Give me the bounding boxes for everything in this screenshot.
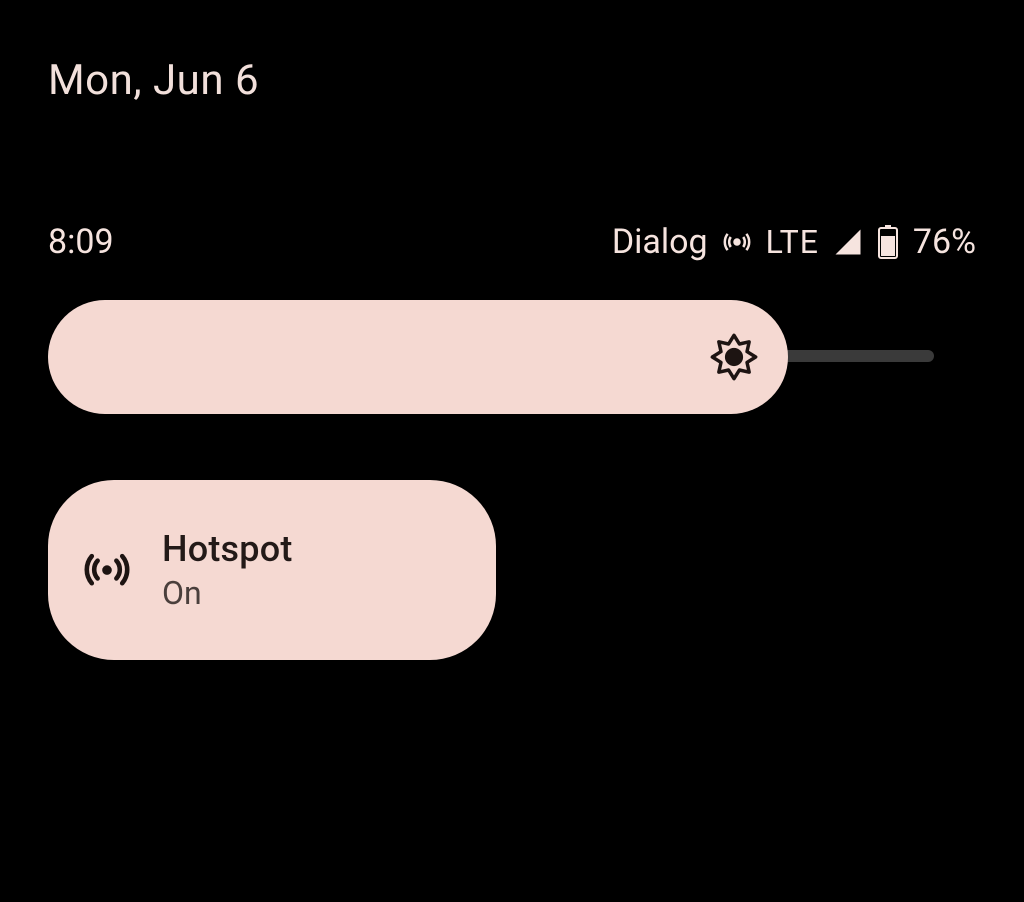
brightness-slider[interactable] (48, 300, 788, 414)
hotspot-tile-labels: Hotspot On (162, 528, 293, 612)
clock-label: 8:09 (48, 222, 114, 262)
statusbar-right: Dialog LTE 76% (612, 222, 976, 262)
hotspot-tile-subtitle: On (162, 574, 293, 612)
brightness-icon (708, 331, 760, 383)
signal-icon (833, 227, 863, 257)
date-label: Mon, Jun 6 (48, 56, 259, 105)
hotspot-icon (82, 543, 132, 597)
hotspot-tile-title: Hotspot (162, 528, 293, 570)
battery-percent-label: 76% (913, 222, 976, 262)
hotspot-tile[interactable]: Hotspot On (48, 480, 496, 660)
carrier-label: Dialog (612, 222, 708, 262)
hotspot-status-icon (722, 227, 752, 257)
status-bar: 8:09 Dialog LTE (48, 218, 976, 266)
network-type-label: LTE (766, 223, 819, 261)
battery-icon (877, 225, 899, 259)
